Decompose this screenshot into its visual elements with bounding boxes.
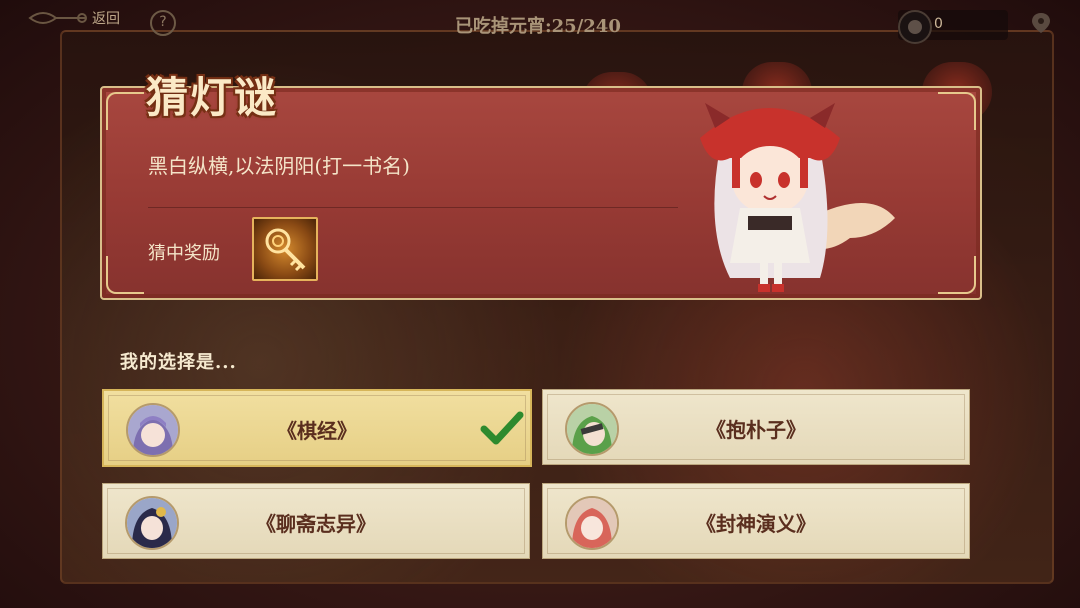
divider (148, 207, 678, 208)
checkmark-icon (480, 411, 524, 445)
top-bar: 返回 ? 已吃掉元宵:25/240 0 (0, 0, 1080, 44)
riddle-title: 猜灯谜 (146, 73, 279, 122)
choice-prompt: 我的选择是... (120, 352, 237, 373)
panel-corner (938, 256, 976, 294)
choice-option-4[interactable]: 《封神演义》 (542, 483, 970, 559)
choice-option-1[interactable]: 《棋经》 (102, 389, 532, 467)
panel-corner (938, 92, 976, 130)
reward-label: 猜中奖励 (148, 243, 220, 264)
golden-key-icon (265, 228, 306, 272)
choice-label: 《聊斋志异》 (256, 512, 376, 536)
eye-icon (898, 10, 932, 44)
location-pin-icon[interactable] (1030, 12, 1052, 34)
choice-option-2[interactable]: 《抱朴子》 (542, 389, 970, 465)
choice-option-3[interactable]: 《聊斋志异》 (102, 483, 530, 559)
help-button[interactable]: ? (150, 10, 176, 36)
panel-corner (106, 92, 144, 130)
character-illustration (700, 103, 895, 292)
choice-label: 《棋经》 (277, 419, 357, 443)
reward-item[interactable] (252, 217, 318, 281)
panel-corner (106, 256, 144, 294)
choice-label: 《封神演义》 (696, 512, 816, 536)
back-label: 返回 (92, 11, 120, 27)
back-button[interactable]: 返回 (28, 8, 120, 28)
ornament-icon (28, 12, 87, 24)
currency-count: 0 (934, 16, 943, 32)
choice-label: 《抱朴子》 (706, 418, 806, 442)
riddle-question: 黑白纵横,以法阴阳(打一书名) (148, 154, 410, 178)
eaten-counter: 已吃掉元宵:25/240 (455, 16, 621, 37)
